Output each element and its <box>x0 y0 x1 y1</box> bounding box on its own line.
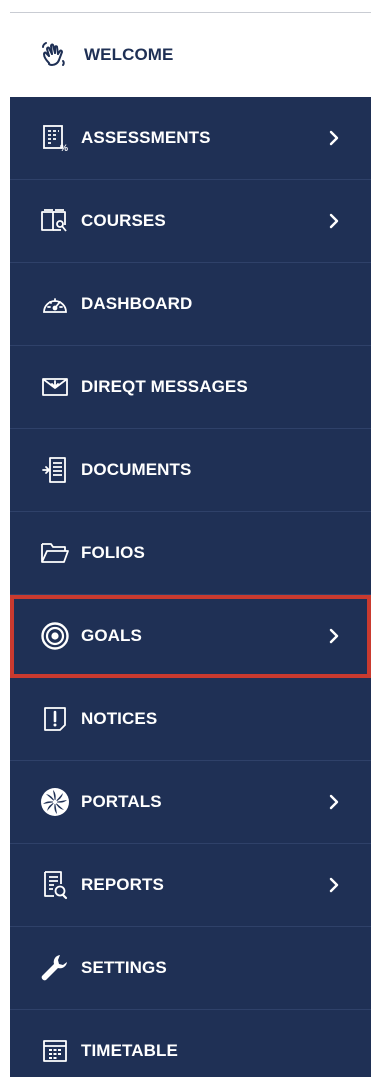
sidebar-item-reports[interactable]: REPORTS <box>10 844 371 927</box>
chevron-right-icon <box>327 792 341 812</box>
timetable-grid-icon <box>39 1035 71 1067</box>
sidebar-item-label: ASSESSMENTS <box>81 128 211 147</box>
folder-icon <box>39 537 71 569</box>
sidebar-item-timetable[interactable]: TIMETABLE <box>10 1010 371 1077</box>
speedometer-icon <box>39 288 71 320</box>
open-book-icon <box>39 205 71 237</box>
target-icon <box>39 620 71 652</box>
sidebar-item-direqt-messages[interactable]: DIREQT MESSAGES <box>10 346 371 429</box>
sidebar-item-label: PORTALS <box>81 792 162 811</box>
envelope-icon <box>39 371 71 403</box>
svg-text:%: % <box>60 143 68 152</box>
portal-swirl-icon <box>39 786 71 818</box>
sidebar-item-label: SETTINGS <box>81 958 167 977</box>
document-icon <box>39 454 71 486</box>
sidebar-item-label: REPORTS <box>81 875 164 894</box>
welcome-link[interactable]: WELCOME <box>10 13 371 97</box>
welcome-label: WELCOME <box>84 45 174 64</box>
sidebar-item-label: DOCUMENTS <box>81 460 192 479</box>
chevron-right-icon <box>327 626 341 646</box>
sidebar-item-goals[interactable]: GOALS <box>10 595 371 678</box>
chevron-right-icon <box>327 128 341 148</box>
sidebar-item-label: GOALS <box>81 626 142 645</box>
sidebar-item-label: DASHBOARD <box>81 294 193 313</box>
sidebar-item-notices[interactable]: NOTICES <box>10 678 371 761</box>
waving-hand-icon <box>38 39 70 71</box>
sidebar-item-label: NOTICES <box>81 709 158 728</box>
wrench-icon <box>39 952 71 984</box>
chevron-right-icon <box>327 211 341 231</box>
sidebar-item-label: DIREQT MESSAGES <box>81 377 248 396</box>
notice-exclamation-icon <box>39 703 71 735</box>
navigation-page: WELCOME % ASSESSMENTS COURSES DASHBOARD … <box>0 0 371 1077</box>
report-magnifier-icon <box>39 869 71 901</box>
assessment-grid-percent-icon: % <box>39 122 71 154</box>
sidebar-item-folios[interactable]: FOLIOS <box>10 512 371 595</box>
sidebar-item-assessments[interactable]: % ASSESSMENTS <box>10 97 371 180</box>
sidebar-item-portals[interactable]: PORTALS <box>10 761 371 844</box>
sidebar-menu: % ASSESSMENTS COURSES DASHBOARD DIREQT M… <box>10 97 371 1077</box>
sidebar-item-dashboard[interactable]: DASHBOARD <box>10 263 371 346</box>
sidebar-item-documents[interactable]: DOCUMENTS <box>10 429 371 512</box>
sidebar-item-courses[interactable]: COURSES <box>10 180 371 263</box>
chevron-right-icon <box>327 875 341 895</box>
sidebar-item-label: TIMETABLE <box>81 1041 178 1060</box>
sidebar-item-label: FOLIOS <box>81 543 145 562</box>
sidebar-item-settings[interactable]: SETTINGS <box>10 927 371 1010</box>
sidebar-item-label: COURSES <box>81 211 166 230</box>
